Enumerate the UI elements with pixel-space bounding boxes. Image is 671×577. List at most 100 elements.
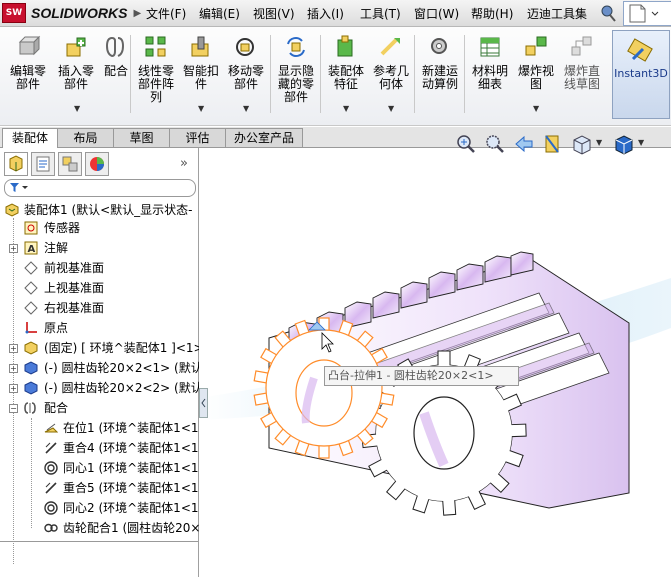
view-orientation-icon[interactable] <box>570 132 594 156</box>
menu-edit[interactable]: 编辑(E) <box>199 5 240 22</box>
view-orientation-dropdown[interactable]: ▼ <box>596 138 602 147</box>
graphics-area[interactable] <box>199 148 671 577</box>
tab-sketch[interactable]: 草图 <box>113 128 170 147</box>
tab-evaluate[interactable]: 评估 <box>169 128 226 147</box>
menu-help[interactable]: 帮助(H) <box>471 5 513 22</box>
bom-label: 材料明 细表 <box>471 64 508 91</box>
smart-fastener-dropdown[interactable]: ▼ <box>198 104 204 113</box>
move-component-button[interactable]: 移动零 部件 <box>222 32 270 91</box>
instant3d-button[interactable]: Instant3D <box>612 30 670 119</box>
zoom-to-fit-icon[interactable] <box>454 132 478 156</box>
linear-pattern-button[interactable]: 线性零 部件阵 列 <box>132 32 180 104</box>
previous-view-icon[interactable] <box>512 132 536 156</box>
tree-item-mate-concentric1[interactable]: 同心1 (环境^装配体1<1 <box>0 458 199 478</box>
part-icon <box>24 341 38 355</box>
tab-assembly[interactable]: 装配体 <box>2 128 58 148</box>
annotation-icon: A <box>24 241 38 255</box>
tab-office-products[interactable]: 办公室产品 <box>225 128 303 147</box>
tree-item-mate-inplace1[interactable]: 在位1 (环境^装配体1<1 <box>0 418 199 438</box>
tree-item-top-plane[interactable]: 上视基准面 <box>0 278 198 298</box>
section-view-icon[interactable] <box>541 132 565 156</box>
pin-icon[interactable] <box>598 3 618 23</box>
tree-item-right-plane[interactable]: 右视基准面 <box>0 298 198 318</box>
insert-component-dropdown[interactable]: ▼ <box>74 104 80 113</box>
part-icon <box>24 361 38 375</box>
tree-item-front-plane[interactable]: 前视基准面 <box>0 258 198 278</box>
collapse-toggle[interactable]: − <box>9 404 18 413</box>
feature-tree-tab[interactable] <box>4 152 28 176</box>
bom-button[interactable]: 材料明 细表 <box>466 32 514 91</box>
tree-item-label: 重合5 (环境^装配体1<1 <box>63 481 199 495</box>
config-manager-tab[interactable] <box>58 152 82 176</box>
menu-file[interactable]: 文件(F) <box>146 5 186 22</box>
expand-toggle[interactable]: + <box>9 364 18 373</box>
expand-toggle[interactable]: + <box>9 344 18 353</box>
display-manager-tab[interactable] <box>85 152 109 176</box>
menu-maidi-tools[interactable]: 迈迪工具集 <box>527 5 587 22</box>
feature-tree-icon <box>9 155 23 172</box>
tab-layout[interactable]: 布局 <box>57 128 114 147</box>
tree-item-mate-concentric2[interactable]: 同心2 (环境^装配体1<1 <box>0 498 199 518</box>
motion-study-icon <box>431 38 447 54</box>
app-logo[interactable]: SW SOLIDWORKS ▶ <box>2 3 141 23</box>
expand-panel-icon[interactable]: » <box>180 156 188 171</box>
panel-collapse-handle[interactable] <box>199 388 208 418</box>
edit-component-button[interactable]: 编辑零 部件 <box>4 32 52 91</box>
explode-line-sketch-button[interactable]: 爆炸直 线草图 <box>558 32 606 91</box>
tree-item-sensors[interactable]: 传感器 <box>0 218 198 238</box>
motion-study-label: 新建运 动算例 <box>421 64 458 91</box>
menu-window[interactable]: 窗口(W) <box>414 5 459 22</box>
tree-item-annotations[interactable]: + A 注解 <box>0 238 198 258</box>
tree-item-label: 右视基准面 <box>44 301 105 315</box>
tree-item-fixed-part[interactable]: + (固定) [ 环境^装配体1 ]<1> <box>0 338 204 358</box>
instant3d-label: Instant3D <box>614 67 668 80</box>
display-style-dropdown[interactable]: ▼ <box>638 138 644 147</box>
tree-item-gear-1[interactable]: + (-) 圆柱齿轮20×2<1> (默认 <box>0 358 203 378</box>
expand-toggle[interactable]: + <box>9 384 18 393</box>
filter-icon <box>10 183 28 192</box>
tree-item-gear-2[interactable]: + (-) 圆柱齿轮20×2<2> (默认 <box>0 378 203 398</box>
property-manager-tab[interactable] <box>31 152 55 176</box>
show-hidden-button[interactable]: 显示隐 藏的零 部件 <box>272 32 320 104</box>
tree-filter-input[interactable] <box>4 179 196 197</box>
logo-arrow-icon[interactable]: ▶ <box>133 8 141 19</box>
plane-icon <box>24 301 38 315</box>
plane-icon <box>24 281 38 295</box>
assembly-feature-dropdown[interactable]: ▼ <box>343 104 349 113</box>
exploded-view-dropdown[interactable]: ▼ <box>533 104 539 113</box>
zoom-to-area-icon[interactable] <box>483 132 507 156</box>
exploded-view-label: 爆炸视 图 <box>517 64 554 91</box>
inplace-mate-icon <box>44 423 58 433</box>
motion-study-button[interactable]: 新建运 动算例 <box>416 32 464 91</box>
reference-geometry-label: 参考几 何体 <box>372 64 409 91</box>
explode-line-sketch-label: 爆炸直 线草图 <box>563 64 600 91</box>
reference-geometry-button[interactable]: 参考几 何体 <box>367 32 415 91</box>
exploded-view-button[interactable]: 爆炸视 图 <box>512 32 560 91</box>
menu-insert[interactable]: 插入(I) <box>307 5 344 22</box>
ribbon-separator <box>130 35 131 113</box>
tree-item-label: (固定) [ 环境^装配体1 ]<1> <box>44 341 204 355</box>
tree-item-mate-coincident4[interactable]: 重合4 (环境^装配体1<1 <box>0 438 199 458</box>
tree-item-mate-coincident5[interactable]: 重合5 (环境^装配体1<1 <box>0 478 199 498</box>
tree-root-row[interactable]: 装配体1 (默认<默认_显示状态- <box>0 200 198 220</box>
menu-tools[interactable]: 工具(T) <box>360 5 401 22</box>
tree-item-mates-folder[interactable]: − 配合 <box>0 398 198 418</box>
ribbon-separator <box>320 35 321 113</box>
tree-item-gear-mate1[interactable]: 齿轮配合1 (圆柱齿轮20× <box>0 518 200 538</box>
move-component-dropdown[interactable]: ▼ <box>243 104 249 113</box>
show-hidden-label: 显示隐 藏的零 部件 <box>277 64 314 104</box>
reference-geometry-dropdown[interactable]: ▼ <box>388 104 394 113</box>
new-document-icon <box>629 4 659 23</box>
show-hidden-icon <box>287 37 305 57</box>
menu-view[interactable]: 视图(V) <box>253 5 295 22</box>
display-style-icon[interactable] <box>612 132 636 156</box>
concentric-mate-icon <box>44 501 58 515</box>
assembly-feature-button[interactable]: 装配体 特征 <box>322 32 370 91</box>
move-component-icon <box>236 38 254 56</box>
tree-item-origin[interactable]: 原点 <box>0 318 198 338</box>
tree-item-label: (-) 圆柱齿轮20×2<1> (默认 <box>44 361 203 375</box>
new-document-button[interactable] <box>623 1 671 26</box>
smart-fastener-button[interactable]: 智能扣 件 <box>177 32 225 91</box>
expand-toggle[interactable]: + <box>9 244 18 253</box>
tree-root-label: 装配体1 (默认<默认_显示状态- <box>24 203 193 217</box>
